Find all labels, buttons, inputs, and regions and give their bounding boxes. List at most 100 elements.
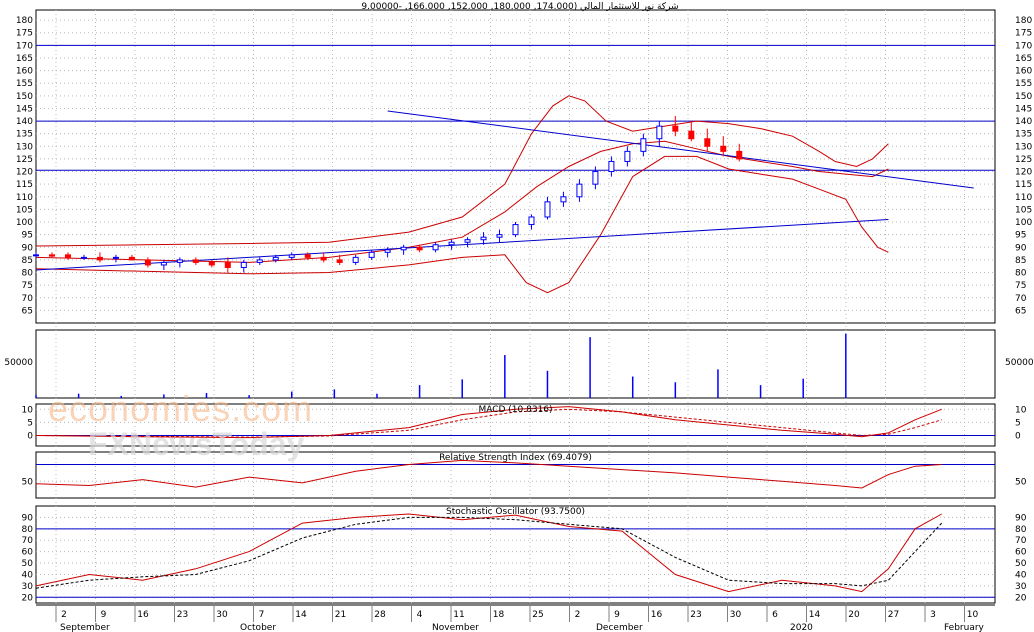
x-day-label: 21 bbox=[335, 610, 346, 620]
candle-body bbox=[224, 261, 231, 268]
candle-body bbox=[400, 246, 407, 251]
candle-body bbox=[704, 138, 711, 147]
x-day-label: 23 bbox=[690, 610, 701, 620]
x-day-label: 14 bbox=[809, 610, 821, 620]
candle-body bbox=[256, 259, 263, 263]
x-month-label: November bbox=[432, 623, 479, 632]
candle-body bbox=[128, 256, 135, 261]
macd-label: MACD (10.8316) bbox=[478, 405, 552, 415]
price-tick-left: 75 bbox=[22, 281, 33, 291]
price-tick-left: 140 bbox=[16, 117, 33, 127]
stoch-tick-left: 20 bbox=[22, 593, 34, 603]
rsi-tick-right: 50 bbox=[1015, 477, 1027, 487]
price-tick-right: 70 bbox=[1015, 294, 1027, 304]
x-day-label: 18 bbox=[493, 610, 505, 620]
panel-frame-price bbox=[35, 9, 996, 324]
candle-body bbox=[640, 138, 647, 152]
candle-body bbox=[160, 261, 167, 266]
stoch-series-line bbox=[35, 516, 943, 589]
price-tick-right: 90 bbox=[1015, 243, 1027, 253]
candle-body bbox=[320, 256, 327, 261]
x-month-label: September bbox=[60, 623, 110, 632]
x-day-label: 10 bbox=[967, 610, 979, 620]
candle-body bbox=[304, 254, 311, 258]
price-tick-left: 125 bbox=[16, 155, 33, 165]
candle-body bbox=[33, 254, 39, 257]
bollinger-upper-line bbox=[35, 95, 889, 247]
candle-body bbox=[288, 254, 295, 258]
price-tick-left: 85 bbox=[22, 256, 33, 266]
rsi-label: Relative Strength Index (69.4079) bbox=[439, 453, 592, 463]
stoch-tick-right: 40 bbox=[1015, 570, 1027, 580]
stoch-tick-left: 70 bbox=[22, 536, 34, 546]
candle-body bbox=[560, 196, 567, 203]
price-tick-left: 180 bbox=[16, 16, 33, 26]
x-day-label: 16 bbox=[137, 610, 149, 620]
price-tick-right: 180 bbox=[1015, 16, 1032, 26]
stoch-tick-right: 50 bbox=[1015, 559, 1027, 569]
price-tick-left: 120 bbox=[16, 168, 33, 178]
candle-body bbox=[352, 256, 359, 263]
macd-tick-right: 5 bbox=[1015, 418, 1021, 428]
price-tick-right: 115 bbox=[1015, 180, 1032, 190]
x-day-label: 16 bbox=[651, 610, 663, 620]
candle-body bbox=[624, 150, 631, 162]
x-month-label: October bbox=[240, 623, 276, 632]
candle-body bbox=[512, 224, 519, 236]
macd-tick-right: 10 bbox=[1015, 405, 1027, 415]
price-tick-left: 130 bbox=[16, 142, 33, 152]
axes: 65 6570 7075 7580 8085 8590 9095 95100 100105 105… bbox=[4, 16, 1034, 632]
candle-body bbox=[192, 259, 199, 263]
candle-body bbox=[448, 241, 455, 246]
x-day-label: 14 bbox=[295, 610, 307, 620]
x-day-label: 20 bbox=[848, 610, 860, 620]
volume-tick-right: 50000 bbox=[1005, 358, 1034, 368]
price-tick-right: 165 bbox=[1015, 54, 1032, 64]
price-tick-left: 95 bbox=[22, 231, 33, 241]
stoch-tick-left: 30 bbox=[22, 582, 34, 592]
candle-body bbox=[384, 249, 391, 253]
stoch-tick-right: 90 bbox=[1015, 513, 1027, 523]
candle-body bbox=[336, 259, 343, 263]
price-tick-right: 85 bbox=[1015, 256, 1026, 266]
price-tick-right: 75 bbox=[1015, 281, 1026, 291]
macd-tick-left: 5 bbox=[27, 418, 33, 428]
price-panel bbox=[33, 44, 995, 294]
candle-body bbox=[144, 259, 151, 266]
price-tick-right: 160 bbox=[1015, 67, 1032, 77]
price-tick-left: 155 bbox=[16, 79, 33, 89]
candle-body bbox=[464, 239, 471, 243]
stoch-tick-right: 70 bbox=[1015, 536, 1027, 546]
price-tick-right: 95 bbox=[1015, 231, 1026, 241]
x-month-label: December bbox=[596, 623, 643, 632]
panel-frame-stoch bbox=[35, 505, 996, 604]
x-day-label: 11 bbox=[453, 610, 464, 620]
stoch-label: Stochastic Oscillator (93.7500) bbox=[446, 507, 585, 517]
price-tick-right: 100 bbox=[1015, 218, 1032, 228]
candle-body bbox=[64, 254, 71, 258]
volume-tick-left: 50000 bbox=[4, 358, 33, 368]
x-day-label: 6 bbox=[772, 610, 778, 620]
panel-frame-vol bbox=[35, 329, 996, 399]
price-tick-left: 80 bbox=[22, 269, 34, 279]
price-tick-left: 65 bbox=[22, 306, 33, 316]
candle-body bbox=[272, 256, 279, 261]
price-tick-left: 145 bbox=[16, 104, 33, 114]
price-tick-right: 105 bbox=[1015, 205, 1032, 215]
candle-body bbox=[608, 160, 615, 173]
price-tick-left: 175 bbox=[16, 29, 33, 39]
price-tick-right: 145 bbox=[1015, 104, 1032, 114]
x-day-label: 4 bbox=[417, 610, 423, 620]
stoch-tick-right: 60 bbox=[1015, 548, 1027, 558]
candle-body bbox=[368, 251, 375, 258]
price-tick-right: 135 bbox=[1015, 130, 1032, 140]
stoch-tick-left: 50 bbox=[22, 559, 34, 569]
candle-body bbox=[720, 145, 727, 152]
indicator-panels bbox=[35, 406, 995, 598]
price-tick-left: 115 bbox=[16, 180, 33, 190]
volume-panel bbox=[35, 333, 847, 398]
price-tick-left: 160 bbox=[16, 67, 33, 77]
stoch-tick-left: 80 bbox=[22, 525, 34, 535]
stoch-tick-left: 60 bbox=[22, 548, 34, 558]
price-tick-left: 165 bbox=[16, 54, 33, 64]
